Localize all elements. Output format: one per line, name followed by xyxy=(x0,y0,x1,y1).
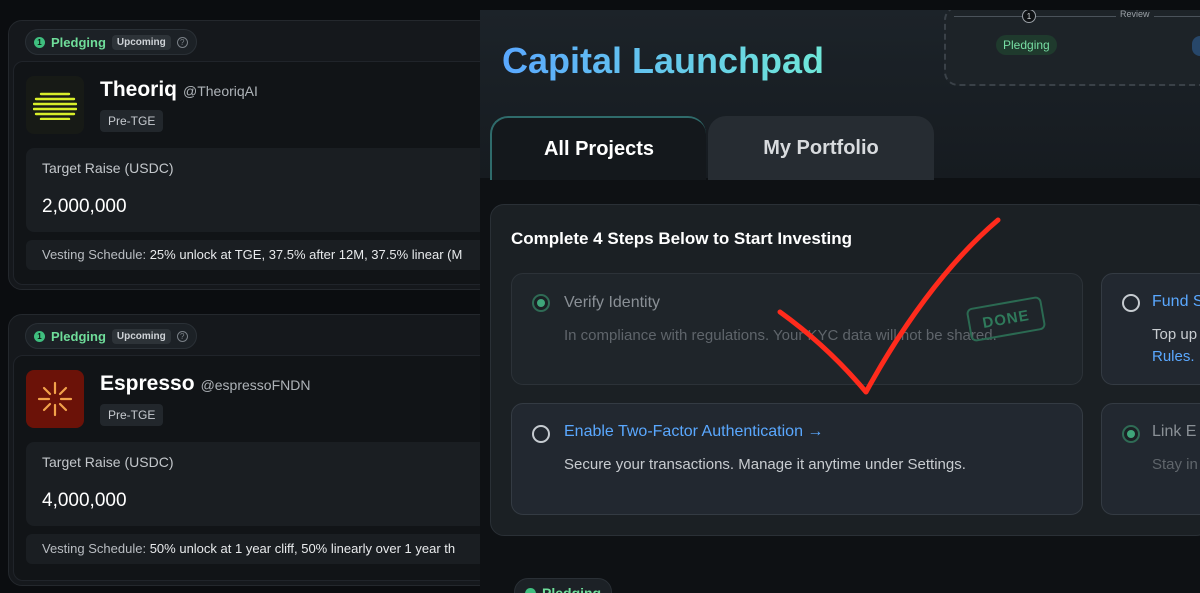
target-raise-label: Target Raise (USDC) xyxy=(42,160,174,176)
theoriq-logo xyxy=(26,76,84,134)
steps-heading: Complete 4 Steps Below to Start Investin… xyxy=(511,229,853,248)
target-raise-box: Target Raise (USDC) 2,000,000 xyxy=(26,148,490,232)
step-verify-identity[interactable]: Verify Identity In compliance with regul… xyxy=(511,273,1083,385)
status-pill: 1 Pledging Upcoming ? xyxy=(25,323,197,349)
step-radio[interactable] xyxy=(532,425,550,443)
timeline-next-badge xyxy=(1192,36,1200,56)
timeline-review-label: Review xyxy=(1116,10,1154,19)
step-number xyxy=(525,587,536,593)
status-label: Pledging xyxy=(51,328,106,344)
project-card-espresso[interactable]: 1 Pledging Upcoming ? Espresso @espresso… xyxy=(8,314,498,586)
project-list: 1 Pledging Upcoming ? Theoriq @TheoriqAI… xyxy=(0,0,498,593)
pre-tge-tag: Pre-TGE xyxy=(100,404,164,426)
launchpad-panel: Capital Launchpad 1 Review Pledging All … xyxy=(480,10,1200,593)
upcoming-badge: Upcoming xyxy=(111,328,171,344)
espresso-logo xyxy=(26,370,84,428)
step-title-text: Enable Two-Factor Authentication xyxy=(564,423,803,440)
project-name: Theoriq @TheoriqAI xyxy=(100,78,258,102)
vesting-schedule: Vesting Schedule: 50% unlock at 1 year c… xyxy=(26,534,490,564)
step-title: Verify Identity xyxy=(564,294,661,311)
project-details: Espresso @espressoFNDN Pre-TGE Target Rai… xyxy=(13,355,493,581)
tab-my-portfolio[interactable]: My Portfolio xyxy=(708,116,934,180)
upcoming-badge: Upcoming xyxy=(111,34,171,50)
step-description: Top up xyxy=(1152,326,1198,343)
step-enable-2fa[interactable]: Enable Two-Factor Authentication → Secur… xyxy=(511,403,1083,515)
step-title[interactable]: Fund S xyxy=(1152,293,1200,311)
arrow-right-icon: → xyxy=(807,423,824,440)
step-description: Stay in xyxy=(1152,456,1198,473)
step-link[interactable]: Link E Stay in xyxy=(1101,403,1200,515)
timeline-pledging-badge: Pledging xyxy=(996,35,1057,55)
project-name: Espresso @espressoFNDN xyxy=(100,372,310,396)
status-pill: 1 Pledging Upcoming ? xyxy=(25,29,197,55)
project-details: Theoriq @TheoriqAI Pre-TGE Target Raise (… xyxy=(13,61,493,285)
status-label: Pledging xyxy=(51,34,106,50)
project-handle[interactable]: @TheoriqAI xyxy=(183,83,258,99)
step-done-radio xyxy=(532,294,550,312)
project-handle[interactable]: @espressoFNDN xyxy=(201,377,311,393)
tab-all-projects[interactable]: All Projects xyxy=(490,116,706,180)
step-radio[interactable] xyxy=(1122,294,1140,312)
project-card-theoriq[interactable]: 1 Pledging Upcoming ? Theoriq @TheoriqAI… xyxy=(8,20,498,290)
hero-header: Capital Launchpad 1 Review Pledging All … xyxy=(480,10,1200,180)
help-icon[interactable]: ? xyxy=(176,36,188,48)
vesting-value: 25% unlock at TGE, 37.5% after 12M, 37.5… xyxy=(149,247,463,262)
vesting-schedule: Vesting Schedule: 25% unlock at TGE, 37.… xyxy=(26,240,490,270)
onboarding-steps-card: Complete 4 Steps Below to Start Investin… xyxy=(490,204,1200,536)
target-raise-value: 4,000,000 xyxy=(42,490,127,511)
status-pill: Pledging xyxy=(514,578,613,593)
step-number: 1 xyxy=(34,36,45,48)
target-raise-box: Target Raise (USDC) 4,000,000 xyxy=(26,442,490,526)
pre-tge-tag: Pre-TGE xyxy=(100,110,164,132)
page-title: Capital Launchpad xyxy=(502,40,825,81)
step-fund[interactable]: Fund S Top up Rules. xyxy=(1101,273,1200,385)
project-title: Espresso xyxy=(100,372,195,395)
timeline-widget: 1 Review Pledging xyxy=(944,10,1200,86)
step-description: Secure your transactions. Manage it anyt… xyxy=(564,456,966,473)
vesting-label: Vesting Schedule: xyxy=(42,247,150,262)
project-title: Theoriq xyxy=(100,78,177,101)
step-description: In compliance with regulations. Your KYC… xyxy=(564,327,997,344)
step-title: Link E xyxy=(1152,423,1197,440)
vesting-value: 50% unlock at 1 year cliff, 50% linearly… xyxy=(149,541,456,556)
help-icon[interactable]: ? xyxy=(176,330,188,342)
target-raise-label: Target Raise (USDC) xyxy=(42,454,174,470)
target-raise-value: 2,000,000 xyxy=(42,196,127,217)
timeline-line xyxy=(954,16,1200,17)
status-label: Pledging xyxy=(542,585,602,593)
step-number: 1 xyxy=(34,330,45,342)
done-stamp: DONE xyxy=(965,295,1047,343)
timeline-step-number: 1 xyxy=(1022,10,1036,23)
step-title-link[interactable]: Enable Two-Factor Authentication → xyxy=(564,423,823,441)
vesting-label: Vesting Schedule: xyxy=(42,541,150,556)
step-done-radio xyxy=(1122,425,1140,443)
rules-link[interactable]: Rules. xyxy=(1152,348,1195,365)
